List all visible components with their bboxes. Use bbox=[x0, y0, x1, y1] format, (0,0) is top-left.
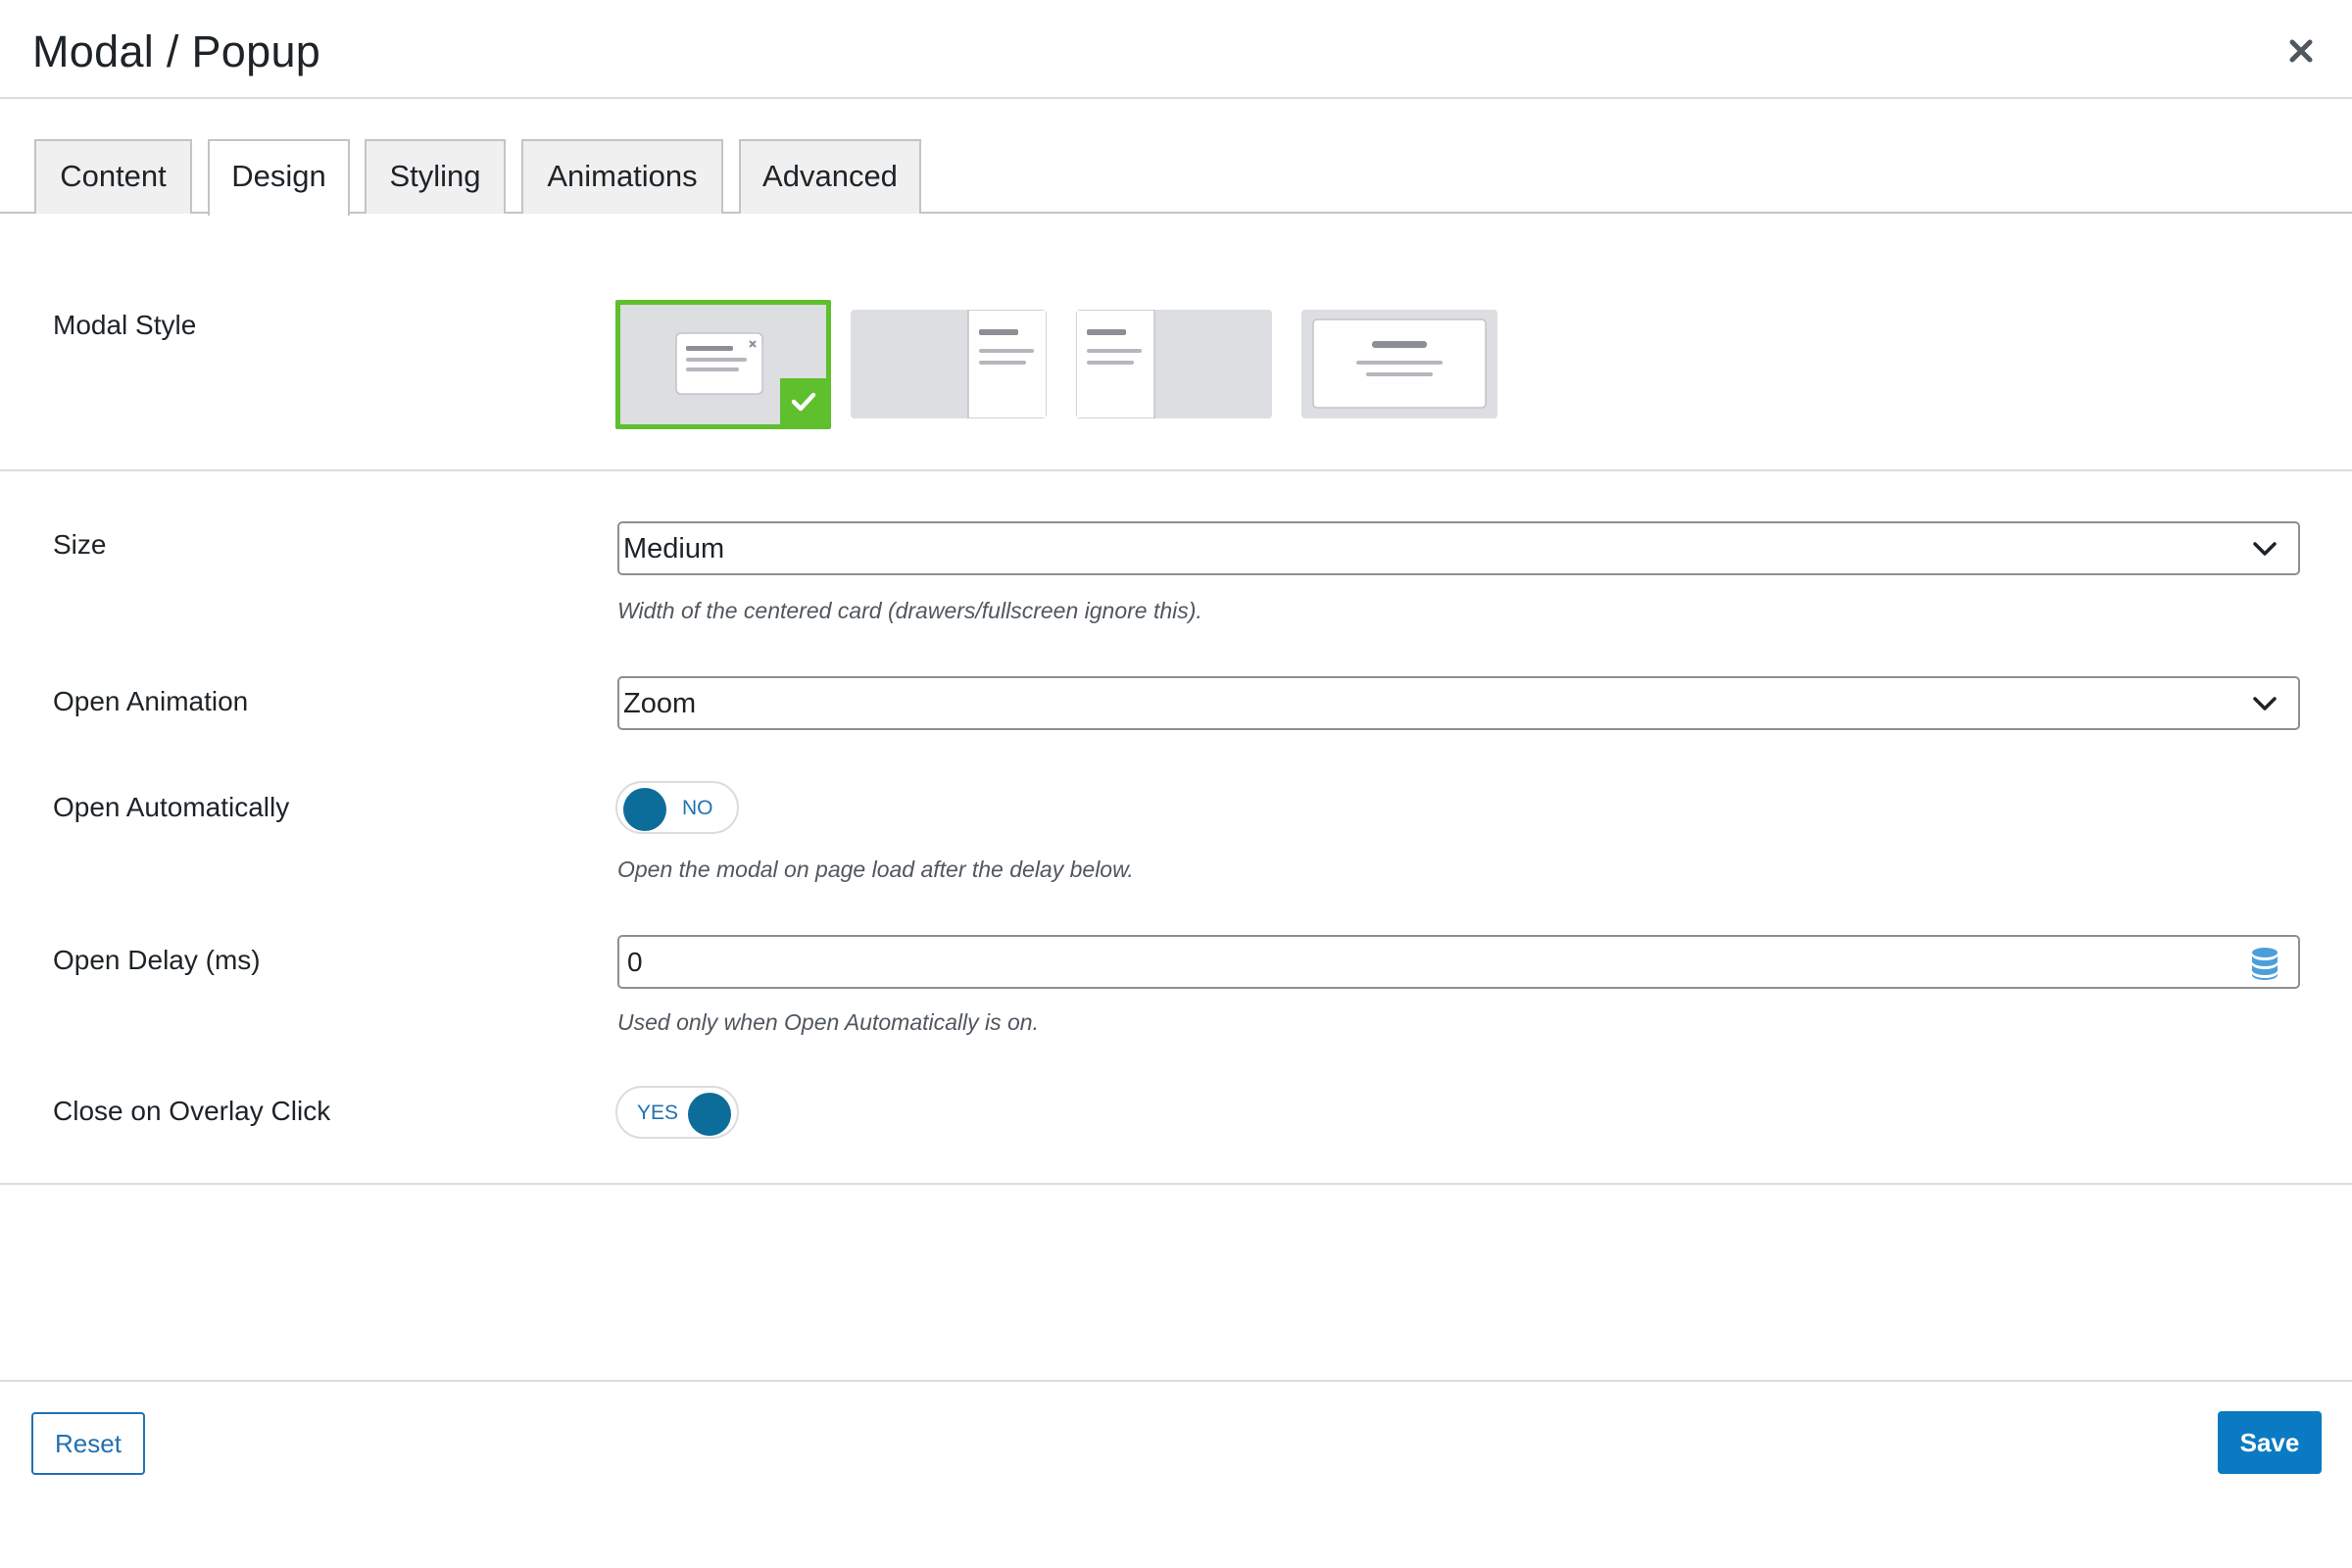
open-animation-select-value: Zoom bbox=[623, 688, 697, 719]
size-select[interactable]: Medium bbox=[617, 521, 2300, 575]
open-delay-field bbox=[617, 935, 2300, 989]
style-option-fullscreen[interactable] bbox=[1301, 310, 1497, 418]
tab-content[interactable]: Content bbox=[34, 139, 192, 214]
dialog-title: Modal / Popup bbox=[32, 26, 321, 76]
open-automatically-toggle[interactable]: NO bbox=[615, 781, 739, 834]
footer-divider bbox=[0, 1380, 2352, 1382]
drawer-right-icon bbox=[851, 310, 1047, 418]
tab-design[interactable]: Design bbox=[208, 139, 350, 216]
size-help-text: Width of the centered card (drawers/full… bbox=[617, 598, 1202, 623]
size-select-value: Medium bbox=[623, 533, 725, 564]
open-animation-label: Open Animation bbox=[53, 686, 249, 716]
tab-bar: Content Design Styling Animations Advanc… bbox=[0, 99, 2352, 216]
close-on-overlay-toggle[interactable]: YES bbox=[615, 1086, 739, 1139]
dialog-header: Modal / Popup bbox=[0, 0, 2352, 99]
style-option-drawer-left[interactable] bbox=[1076, 310, 1272, 418]
toggle-state-label: NO bbox=[682, 797, 713, 819]
tab-advanced[interactable]: Advanced bbox=[739, 139, 921, 214]
modal-style-label: Modal Style bbox=[53, 310, 197, 340]
reset-button[interactable]: Reset bbox=[31, 1412, 145, 1475]
style-option-centered-card[interactable] bbox=[615, 300, 831, 429]
check-icon bbox=[791, 392, 816, 412]
modal-dialog: Modal / Popup Content Design Styling Ani… bbox=[0, 0, 2352, 1568]
tab-styling[interactable]: Styling bbox=[365, 139, 506, 214]
chevron-down-icon bbox=[2253, 542, 2277, 556]
drawer-left-icon bbox=[1076, 310, 1272, 418]
style-option-drawer-right[interactable] bbox=[851, 310, 1047, 418]
open-delay-help-text: Used only when Open Automatically is on. bbox=[617, 1009, 1039, 1035]
close-icon bbox=[2289, 39, 2313, 63]
open-automatically-label: Open Automatically bbox=[53, 792, 290, 822]
chevron-down-icon bbox=[2253, 697, 2277, 710]
toggle-knob bbox=[623, 788, 666, 831]
size-label: Size bbox=[53, 529, 107, 560]
open-delay-input[interactable] bbox=[627, 943, 2215, 982]
close-button[interactable] bbox=[2279, 29, 2323, 73]
close-on-overlay-label: Close on Overlay Click bbox=[53, 1096, 331, 1126]
save-button[interactable]: Save bbox=[2218, 1411, 2322, 1474]
toggle-state-label: YES bbox=[637, 1102, 679, 1124]
fullscreen-icon bbox=[1301, 310, 1497, 418]
database-icon[interactable] bbox=[2249, 947, 2280, 980]
toggle-knob bbox=[688, 1093, 731, 1136]
section-divider bbox=[0, 1183, 2352, 1185]
selected-check-badge bbox=[780, 378, 826, 424]
open-animation-select[interactable]: Zoom bbox=[617, 676, 2300, 730]
open-automatically-help-text: Open the modal on page load after the de… bbox=[617, 857, 1134, 882]
section-divider bbox=[0, 469, 2352, 471]
tab-animations[interactable]: Animations bbox=[521, 139, 723, 214]
open-delay-label: Open Delay (ms) bbox=[53, 945, 261, 975]
